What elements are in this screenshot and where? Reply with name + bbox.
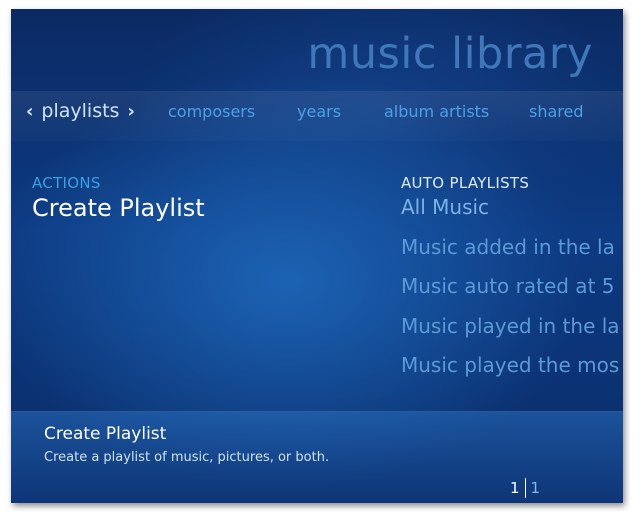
nav-item-composers[interactable]: composers xyxy=(168,102,255,121)
nav-item-album-artists[interactable]: album artists xyxy=(384,102,489,121)
chevron-left-icon[interactable]: ‹ xyxy=(26,101,33,122)
page-title: music library xyxy=(307,29,593,79)
create-playlist-button[interactable]: Create Playlist xyxy=(32,194,205,222)
auto-playlist-all-music[interactable]: All Music xyxy=(401,195,489,219)
auto-playlist-auto-rated[interactable]: Music auto rated at 5 xyxy=(401,274,615,298)
pager-separator xyxy=(524,478,526,498)
nav-item-years[interactable]: years xyxy=(297,102,341,121)
nav-item-shared[interactable]: shared xyxy=(529,102,584,121)
auto-playlist-recently-added[interactable]: Music added in the la xyxy=(401,235,615,259)
pager: 1 1 xyxy=(510,478,540,498)
actions-label: ACTIONS xyxy=(32,174,101,192)
media-center-window: music library ‹ playlists › composers ye… xyxy=(11,9,623,503)
pager-total: 1 xyxy=(530,479,541,497)
nav-item-playlists[interactable]: ‹ playlists › xyxy=(26,97,135,125)
auto-playlist-most-played[interactable]: Music played the mos xyxy=(401,353,619,377)
description-text: Create a playlist of music, pictures, or… xyxy=(44,450,330,465)
auto-playlist-recently-played[interactable]: Music played in the la xyxy=(401,314,620,338)
description-title: Create Playlist xyxy=(44,424,167,444)
pager-current: 1 xyxy=(510,479,520,497)
category-nav: ‹ playlists › composers years album arti… xyxy=(11,97,623,131)
chevron-right-icon[interactable]: › xyxy=(127,101,134,122)
auto-playlists-label: AUTO PLAYLISTS xyxy=(401,174,530,192)
nav-active-label: playlists xyxy=(41,100,120,122)
